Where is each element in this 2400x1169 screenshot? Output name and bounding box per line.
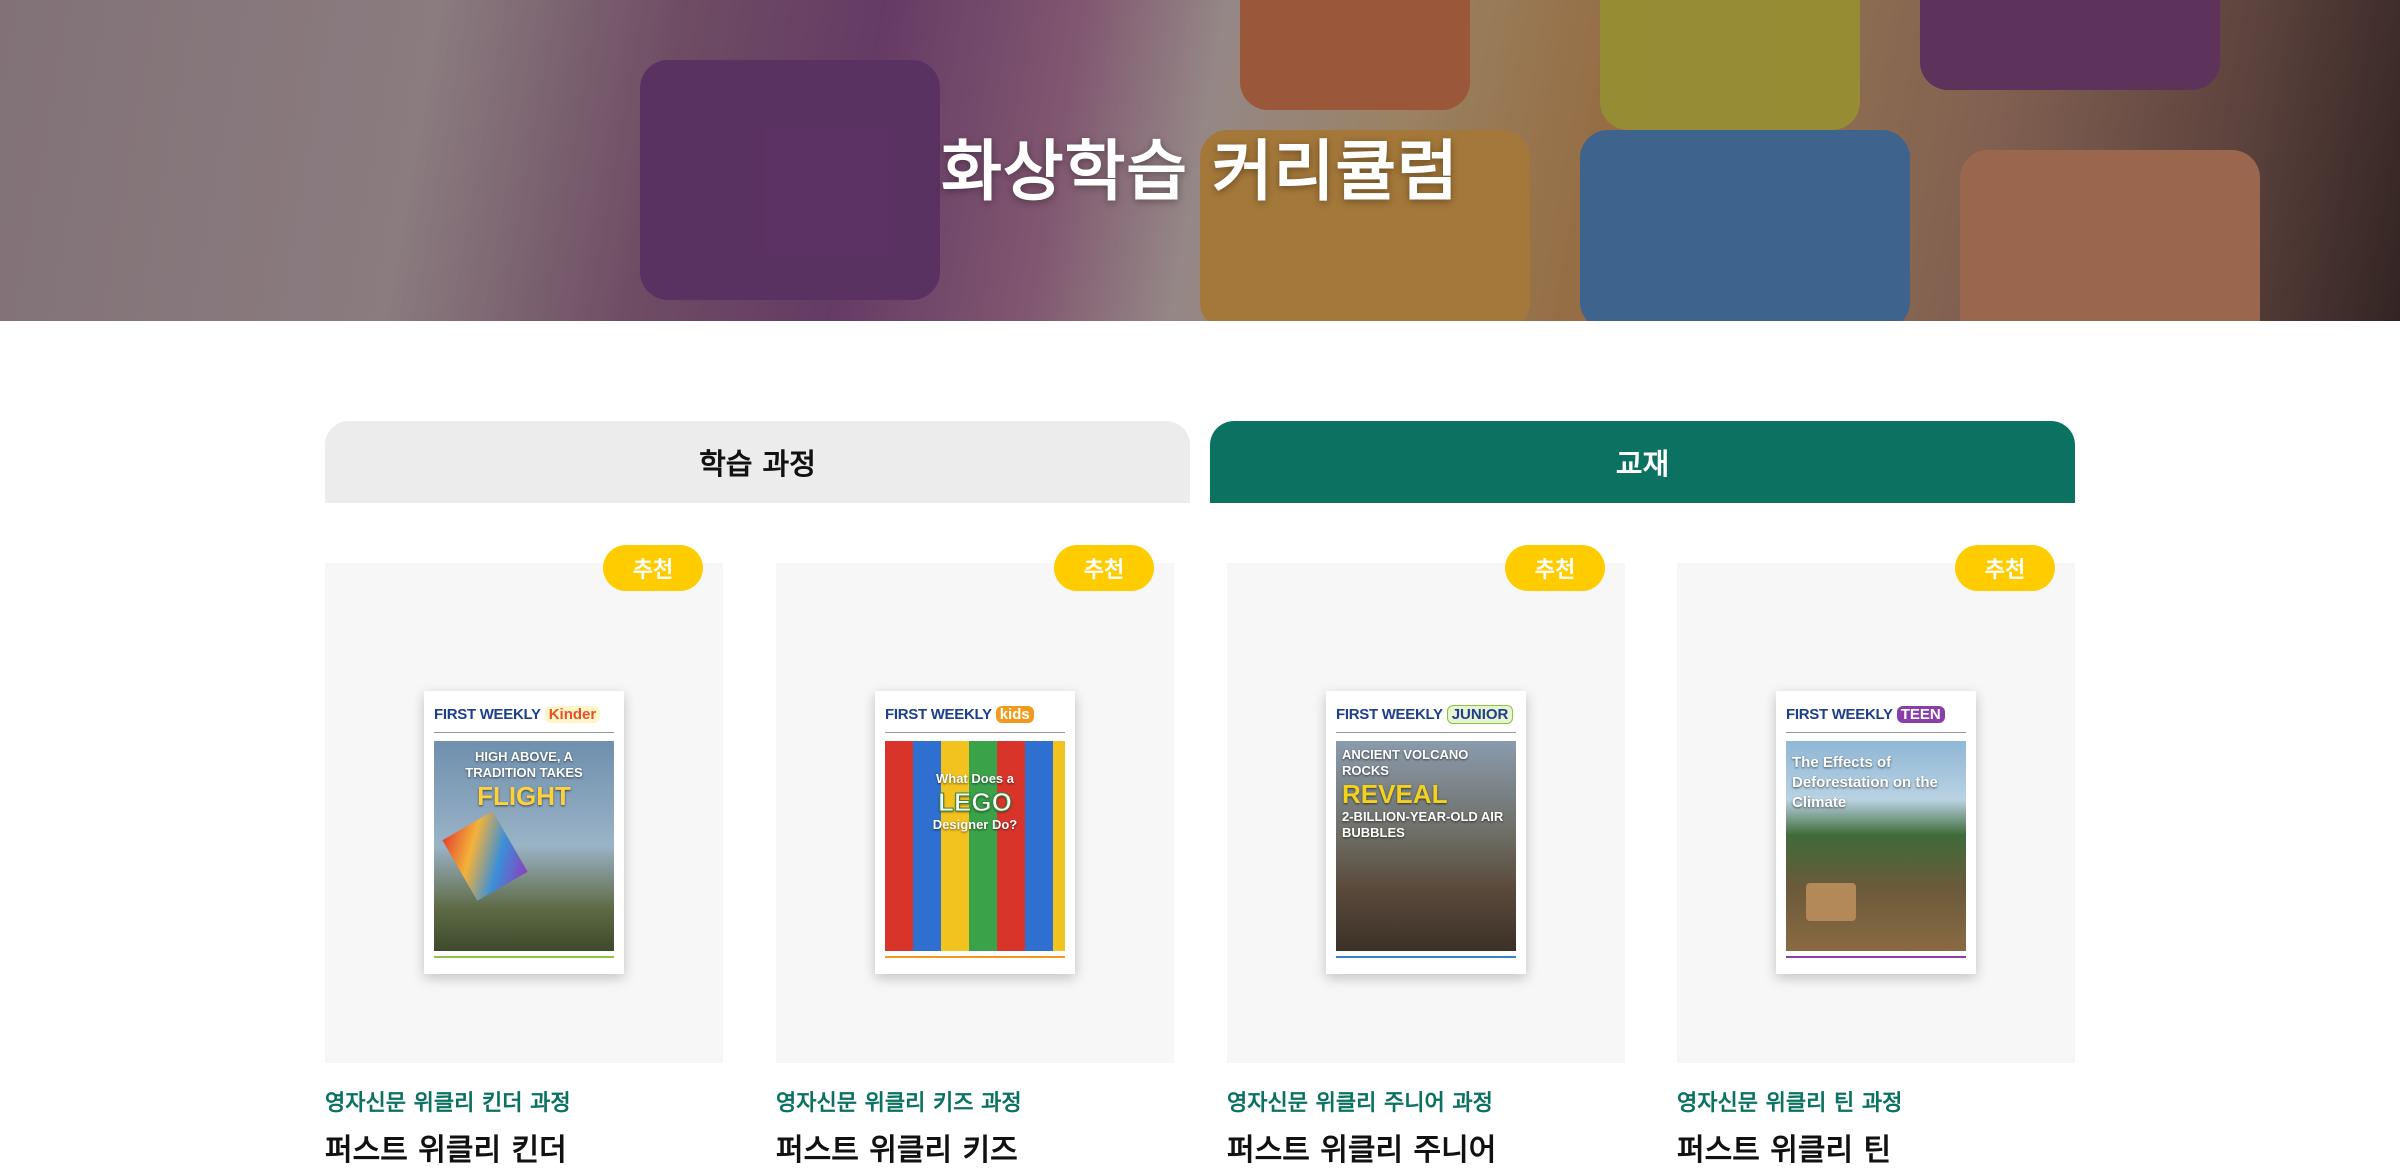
cover-headline: The Effects of Deforestation on the Clim…	[1792, 754, 1938, 811]
recommend-badge: 추천	[1505, 545, 1605, 591]
product-card[interactable]: FIRST WEEKLY Kinder HIGH ABOVE, A TRADIT…	[325, 545, 723, 1168]
cover-headline-big: REVEAL	[1342, 779, 1448, 809]
product-subtitle[interactable]: 영자신문 위클리 키즈 과정	[776, 1085, 1022, 1117]
cover-headline: HIGH ABOVE, A TRADITION TAKES	[465, 749, 583, 780]
cover-headline-big: LEGO	[938, 787, 1013, 818]
product-subtitle[interactable]: 영자신문 위클리 틴 과정	[1677, 1085, 1902, 1117]
tab-course[interactable]: 학습 과정	[325, 421, 1190, 503]
tree-stump	[1806, 883, 1856, 921]
cover-photo: ANCIENT VOLCANO ROCKS REVEAL 2-BILLION-Y…	[1336, 741, 1516, 951]
cover-masthead: FIRST WEEKLY	[434, 705, 541, 723]
hero-banner: 화상학습 커리큘럼	[0, 0, 2400, 321]
magazine-cover: FIRST WEEKLY JUNIOR ANCIENT VOLCANO ROCK…	[1326, 691, 1526, 974]
product-title[interactable]: 퍼스트 위클리 키즈	[776, 1125, 1018, 1169]
cover-edition: TEEN	[1896, 705, 1945, 723]
product-title[interactable]: 퍼스트 위클리 틴	[1677, 1125, 1891, 1169]
magazine-cover: FIRST WEEKLY TEEN The Effects of Defores…	[1776, 691, 1976, 974]
product-subtitle[interactable]: 영자신문 위클리 킨더 과정	[325, 1085, 571, 1117]
product-title[interactable]: 퍼스트 위클리 킨더	[325, 1125, 567, 1169]
recommend-badge: 추천	[1955, 545, 2055, 591]
product-list: FIRST WEEKLY Kinder HIGH ABOVE, A TRADIT…	[325, 545, 2075, 1168]
cover-photo: What Does a LEGO Designer Do?	[885, 741, 1065, 951]
product-card[interactable]: FIRST WEEKLY JUNIOR ANCIENT VOLCANO ROCK…	[1227, 545, 1625, 1168]
product-card[interactable]: FIRST WEEKLY TEEN The Effects of Defores…	[1677, 545, 2075, 1168]
cover-headline: ANCIENT VOLCANO ROCKS	[1342, 747, 1469, 778]
cover-photo: HIGH ABOVE, A TRADITION TAKES FLIGHT	[434, 741, 614, 951]
product-title[interactable]: 퍼스트 위클리 주니어	[1227, 1125, 1496, 1169]
cover-headline: What Does a	[935, 771, 1014, 786]
cover-headline-tail: 2-BILLION-YEAR-OLD AIR BUBBLES	[1342, 809, 1504, 840]
magazine-cover: FIRST WEEKLY kids What Does a LEGO Desig…	[875, 691, 1075, 974]
magazine-cover: FIRST WEEKLY Kinder HIGH ABOVE, A TRADIT…	[424, 691, 624, 974]
product-thumbnail[interactable]: FIRST WEEKLY Kinder HIGH ABOVE, A TRADIT…	[325, 563, 723, 1063]
cover-masthead: FIRST WEEKLY	[885, 705, 992, 723]
cover-headline-tail: Designer Do?	[932, 817, 1018, 832]
page-title: 화상학습 커리큘럼	[941, 133, 1459, 210]
cover-photo: The Effects of Deforestation on the Clim…	[1786, 741, 1966, 951]
cover-edition: kids	[995, 705, 1034, 723]
recommend-badge: 추천	[1054, 545, 1154, 591]
cover-headline-big: FLIGHT	[477, 781, 571, 811]
product-thumbnail[interactable]: FIRST WEEKLY JUNIOR ANCIENT VOLCANO ROCK…	[1227, 563, 1625, 1063]
cover-masthead: FIRST WEEKLY	[1336, 705, 1443, 723]
product-thumbnail[interactable]: FIRST WEEKLY kids What Does a LEGO Desig…	[776, 563, 1174, 1063]
curriculum-tabs: 학습 과정 교재	[325, 421, 2075, 503]
product-subtitle[interactable]: 영자신문 위클리 주니어 과정	[1227, 1085, 1493, 1117]
product-card[interactable]: FIRST WEEKLY kids What Does a LEGO Desig…	[776, 545, 1174, 1168]
cover-edition: JUNIOR	[1446, 704, 1514, 724]
product-thumbnail[interactable]: FIRST WEEKLY TEEN The Effects of Defores…	[1677, 563, 2075, 1063]
tab-textbook[interactable]: 교재	[1210, 421, 2075, 503]
recommend-badge: 추천	[603, 545, 703, 591]
cover-edition: Kinder	[544, 705, 601, 723]
kite-shape	[442, 811, 528, 901]
cover-masthead: FIRST WEEKLY	[1786, 705, 1893, 723]
